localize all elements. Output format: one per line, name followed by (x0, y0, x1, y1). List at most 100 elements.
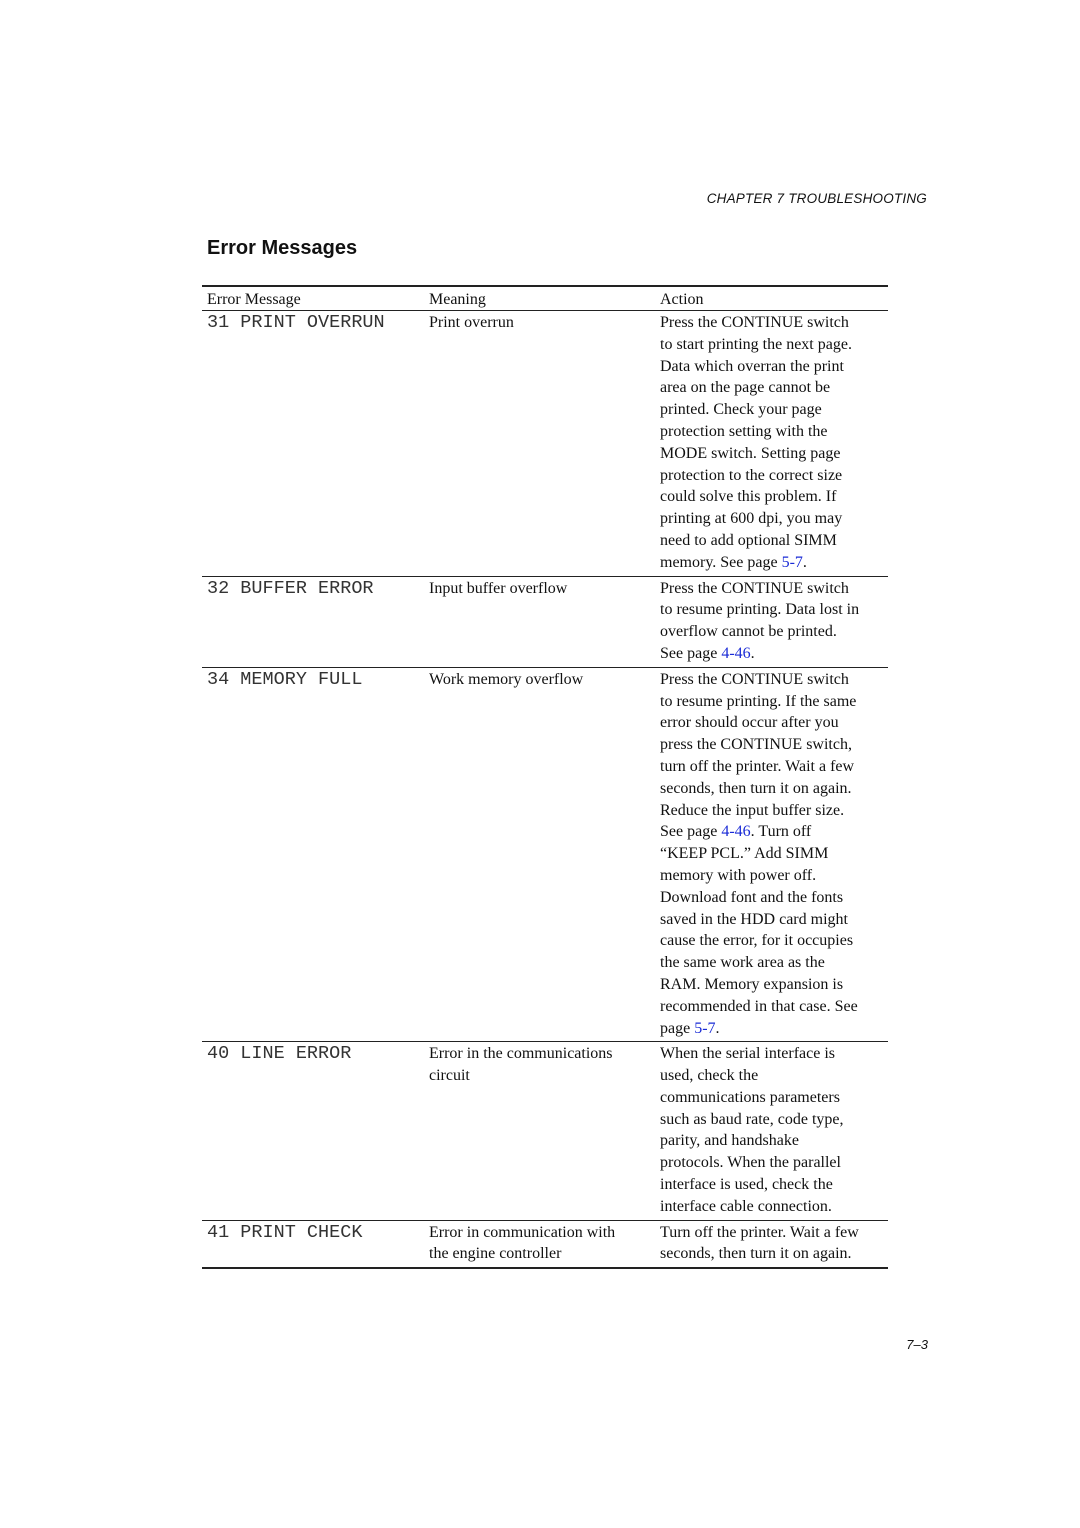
action-text: press the CONTINUE switch, (660, 736, 852, 754)
action-line: “KEEP PCL.” Add SIMM (660, 843, 888, 865)
meaning-line: Error in the communications (429, 1045, 613, 1063)
action-line: Download font and the fonts (660, 887, 888, 909)
action-text: RAM. Memory expansion is (660, 975, 844, 993)
action-text: Turn off the printer. Wait a few (660, 1223, 859, 1241)
action-line: page 5-7. (660, 1018, 888, 1040)
column-header-error-message: Error Message (207, 291, 301, 308)
action-text: error should occur after you (660, 714, 839, 732)
column-header-action: Action (660, 291, 704, 308)
action-line: Press the CONTINUE switch (660, 578, 888, 600)
page-reference-link[interactable]: 4-46 (721, 823, 750, 840)
error-action: Press the CONTINUE switch to resume print… (660, 577, 888, 667)
action-text: seconds, then turn it on again. (660, 1245, 852, 1263)
meaning-line: circuit (429, 1067, 470, 1085)
action-text-after-link: . (715, 1019, 720, 1037)
error-action: When the serial interface is used, check … (660, 1042, 888, 1219)
action-text: overflow cannot be printed. (660, 623, 837, 641)
action-line: interface is used, check the (660, 1174, 888, 1196)
error-action: Press the CONTINUE switch to resume print… (660, 668, 888, 1042)
table-row: 31 PRINT OVERRUN Print overrun Press the C… (202, 311, 888, 577)
error-action: Press the CONTINUE switch to start printi… (660, 311, 888, 576)
error-messages-table: Error Message Meaning Action 31 PRINT OV… (202, 285, 888, 1270)
action-text: memory. See page (660, 553, 782, 571)
action-line: overflow cannot be printed. (660, 621, 888, 643)
action-line: printed. Check your page (660, 399, 888, 421)
page-reference-link[interactable]: 4-46 (721, 645, 750, 662)
action-text: See page (660, 644, 722, 662)
action-text: parity, and handshake (660, 1132, 799, 1150)
column-header-meaning: Meaning (429, 291, 486, 308)
table-row: 40 LINE ERROR Error in the communications… (202, 1042, 888, 1221)
error-code: 34 MEMORY FULL (207, 668, 363, 690)
table-header-row: Error Message Meaning Action (202, 287, 888, 311)
page-number: 7–3 (906, 1337, 928, 1352)
action-text: could solve this problem. If (660, 488, 837, 506)
action-text: Reduce the input buffer size. (660, 801, 845, 819)
action-text: turn off the printer. Wait a few (660, 757, 855, 775)
error-meaning: Error in the communications circuit (429, 1042, 660, 1219)
meaning-line: Print overrun (429, 314, 514, 331)
action-line: recommended in that case. See (660, 996, 888, 1018)
action-text-after-link: . Turn off (750, 823, 812, 841)
action-line: printing at 600 dpi, you may (660, 508, 888, 530)
action-line: cause the error, for it occupies (660, 930, 888, 952)
action-text: communications parameters (660, 1088, 840, 1106)
action-text: recommended in that case. See (660, 997, 858, 1015)
action-text: page (660, 1019, 695, 1037)
action-line: seconds, then turn it on again. (660, 1243, 888, 1265)
action-text: Press the CONTINUE switch (660, 579, 849, 597)
action-line: interface cable connection. (660, 1196, 888, 1218)
chapter-header: CHAPTER 7 TROUBLESHOOTING (706, 191, 927, 206)
action-line: communications parameters (660, 1087, 888, 1109)
action-text-after-link: . (750, 644, 755, 662)
action-text: Data which overran the print (660, 357, 844, 375)
action-line: protocols. When the parallel (660, 1152, 888, 1174)
page-reference-link[interactable]: 5-7 (782, 554, 803, 571)
action-line: MODE switch. Setting page (660, 443, 888, 465)
table-row: 34 MEMORY FULL Work memory overflow Press … (202, 668, 888, 1043)
action-line: saved in the HDD card might (660, 909, 888, 931)
action-text: interface cable connection. (660, 1197, 832, 1215)
page-reference-link[interactable]: 5-7 (694, 1020, 715, 1037)
action-text: protocols. When the parallel (660, 1154, 841, 1172)
action-text: memory with power off. (660, 866, 817, 884)
action-line: to resume printing. Data lost in (660, 599, 888, 621)
action-line: turn off the printer. Wait a few (660, 756, 888, 778)
action-line: used, check the (660, 1065, 888, 1087)
action-line: protection to the correct size (660, 465, 888, 487)
action-line: RAM. Memory expansion is (660, 974, 888, 996)
action-line: parity, and handshake (660, 1130, 888, 1152)
action-text: protection setting with the (660, 422, 828, 440)
action-line: to resume printing. If the same (660, 691, 888, 713)
action-line: Reduce the input buffer size. (660, 800, 888, 822)
action-text: “KEEP PCL.” Add SIMM (660, 845, 829, 863)
error-meaning: Error in communication with the engine co… (429, 1221, 660, 1268)
action-line: See page 4-46. Turn off (660, 821, 888, 843)
action-line: memory with power off. (660, 865, 888, 887)
error-meaning: Input buffer overflow (429, 577, 660, 667)
error-code: 31 PRINT OVERRUN (207, 312, 385, 333)
action-text: Press the CONTINUE switch (660, 670, 849, 688)
error-meaning: Work memory overflow (429, 668, 660, 1042)
action-text: need to add optional SIMM (660, 531, 837, 549)
action-line: to start printing the next page. (660, 334, 888, 356)
action-text: to resume printing. If the same (660, 692, 857, 710)
action-text: Download font and the fonts (660, 888, 844, 906)
action-text: the same work area as the (660, 954, 825, 972)
action-text: cause the error, for it occupies (660, 932, 854, 950)
action-line: memory. See page 5-7. (660, 552, 888, 574)
action-text: seconds, then turn it on again. (660, 779, 852, 797)
action-line: error should occur after you (660, 712, 888, 734)
action-line: Turn off the printer. Wait a few (660, 1222, 888, 1244)
action-line: Press the CONTINUE switch (660, 312, 888, 334)
error-action: Turn off the printer. Wait a few seconds,… (660, 1221, 888, 1268)
error-code: 40 LINE ERROR (207, 1043, 352, 1065)
action-line: could solve this problem. If (660, 486, 888, 508)
action-text: to resume printing. Data lost in (660, 601, 860, 619)
action-line: need to add optional SIMM (660, 530, 888, 552)
table-body: 31 PRINT OVERRUN Print overrun Press the C… (202, 311, 888, 1270)
error-code: 41 PRINT CHECK (207, 1221, 363, 1243)
action-text: area on the page cannot be (660, 379, 831, 397)
action-text: printed. Check your page (660, 401, 822, 419)
action-text: used, check the (660, 1067, 759, 1085)
